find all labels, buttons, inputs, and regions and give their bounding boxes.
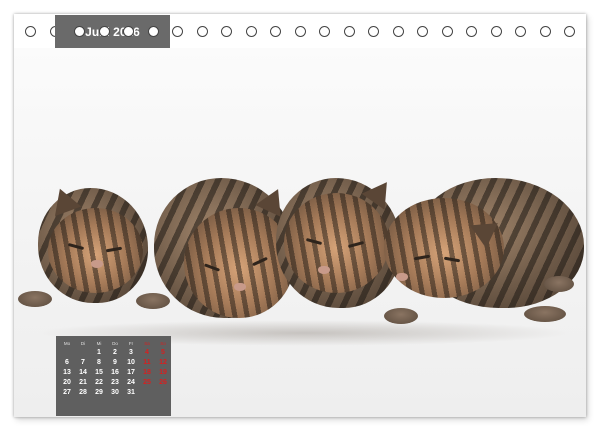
weekday-header: Fr: [128, 341, 134, 346]
weekday-header: Mi: [96, 341, 102, 346]
calendar-day: 13: [63, 368, 71, 376]
calendar-day: 28: [79, 388, 87, 396]
calendar-week-row: 6 7 8 9 10 11 12: [59, 357, 171, 367]
calendar-week-row: 20 21 22 23 24 25 26: [59, 377, 171, 387]
binding-ring: [74, 26, 85, 37]
weekday-header-row: Mo Di Mi Do Fr Sa So: [59, 340, 171, 347]
calendar-day: 8: [97, 358, 101, 366]
calendar-day: 29: [95, 388, 103, 396]
calendar-day-weekend: 18: [143, 368, 151, 376]
calendar-day: 23: [111, 378, 119, 386]
binding-ring: [148, 26, 159, 37]
calendar-day: 2: [113, 348, 117, 356]
calendar-day-weekend: 19: [159, 368, 167, 376]
calendar-day: 15: [95, 368, 103, 376]
calendar-day: 14: [79, 368, 87, 376]
calendar-day-weekend: 12: [159, 358, 167, 366]
calendar-day-weekend: 4: [145, 348, 149, 356]
calendar-day-weekend: 11: [143, 358, 151, 366]
weekday-header: Do: [112, 341, 118, 346]
calendar-day: 6: [65, 358, 69, 366]
calendar-day: 16: [111, 368, 119, 376]
calendar-day: 7: [81, 358, 85, 366]
calendar-day: 17: [127, 368, 135, 376]
kitten-4: [374, 158, 584, 328]
calendar-day: 27: [63, 388, 71, 396]
calendar-week-row: 1 2 3 4 5: [59, 347, 171, 357]
binding-ring: [99, 26, 110, 37]
calendar-day: 24: [127, 378, 135, 386]
calendar-day-weekend: [139, 387, 155, 397]
month-calendar-grid: Mo Di Mi Do Fr Sa So 1 2 3 4 5 6 7 8 9 10 11 12 13 14…: [56, 336, 171, 416]
calendar-day: [75, 347, 91, 357]
calendar-day-weekend: 26: [159, 378, 167, 386]
weekday-header-weekend: So: [160, 341, 166, 346]
calendar-day: 30: [111, 388, 119, 396]
binding-ring: [123, 26, 134, 37]
calendar-day: 21: [79, 378, 87, 386]
calendar-day: 9: [113, 358, 117, 366]
calendar-day: 10: [127, 358, 135, 366]
weekday-header: Di: [80, 341, 86, 346]
calendar-day-weekend: [155, 387, 171, 397]
calendar-day: 20: [63, 378, 71, 386]
weekday-header: Mo: [63, 341, 71, 346]
calendar-day: 22: [95, 378, 103, 386]
calendar-week-row: 27 28 29 30 31: [59, 387, 171, 397]
calendar-week-row: 13 14 15 16 17 18 19: [59, 367, 171, 377]
calendar-day: 1: [97, 348, 101, 356]
calendar-day-weekend: 25: [143, 378, 151, 386]
weekday-header-weekend: Sa: [144, 341, 150, 346]
calendar-day: 3: [129, 348, 133, 356]
calendar-day-weekend: 5: [161, 348, 165, 356]
calendar-day: [59, 347, 75, 357]
calendar-day: 31: [127, 388, 135, 396]
